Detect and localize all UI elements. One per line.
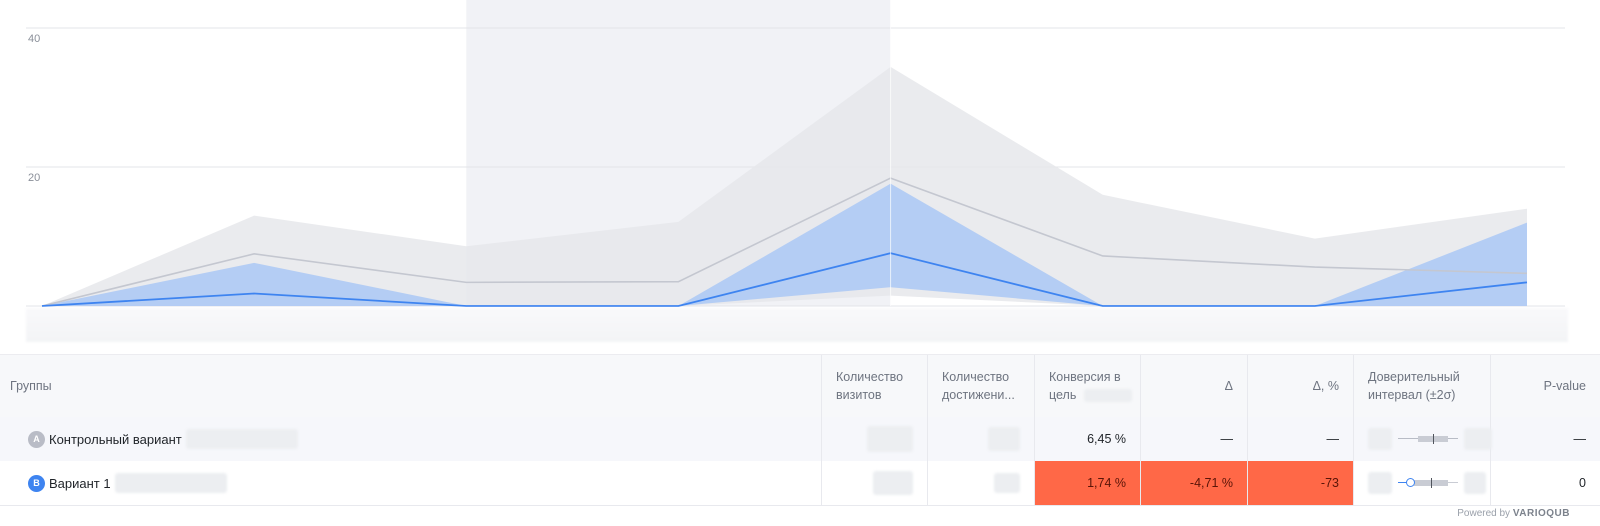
visits-redacted bbox=[867, 426, 913, 452]
header-pvalue-label: P-value bbox=[1543, 379, 1586, 393]
variant-name: Вариант 1 bbox=[49, 475, 111, 491]
header-conversion[interactable]: Конверсия в цель bbox=[1035, 355, 1141, 417]
ci-low-redacted bbox=[1368, 428, 1392, 450]
experiment-report: 40 20 Группы Количество визитов Количеств… bbox=[0, 0, 1600, 526]
conversion-cell: 6,45 % bbox=[1035, 417, 1141, 461]
group-cell: A Контрольный вариант bbox=[0, 417, 822, 461]
header-delta[interactable]: Δ bbox=[1141, 355, 1248, 417]
powered-prefix: Powered by bbox=[1457, 508, 1511, 519]
delta-value: — bbox=[1220, 432, 1234, 446]
header-conversion-line1: Конверсия в bbox=[1049, 370, 1121, 384]
header-visits-line1: Количество bbox=[836, 370, 904, 384]
header-confidence-interval[interactable]: Доверительный интервал (±2σ) bbox=[1354, 355, 1491, 417]
variant-badge: B bbox=[28, 474, 45, 492]
ci-high-redacted bbox=[1464, 472, 1486, 494]
variant-id-redacted bbox=[185, 429, 298, 449]
variant-name: Контрольный вариант bbox=[49, 431, 182, 447]
delta-value: -4,71 % bbox=[1189, 476, 1233, 490]
conversion-value: 1,74 % bbox=[1087, 476, 1126, 490]
header-visits-line2: визитов bbox=[836, 388, 882, 402]
achievements-cell bbox=[928, 461, 1035, 505]
conversion-value: 6,45 % bbox=[1087, 432, 1126, 446]
pvalue-value: 0 bbox=[1579, 476, 1586, 490]
table-row: B Вариант 1 1,74 % -4,71 % -73 0 bbox=[0, 461, 1600, 506]
delta-percent-value: — bbox=[1326, 432, 1340, 446]
ci-cell bbox=[1354, 417, 1492, 461]
header-delta-percent[interactable]: Δ, % bbox=[1248, 355, 1354, 417]
table-row: A Контрольный вариант 6,45 % — — — bbox=[0, 417, 1600, 462]
group-cell: B Вариант 1 bbox=[0, 461, 822, 505]
variant-id-redacted bbox=[114, 473, 227, 493]
delta-cell: — bbox=[1141, 417, 1248, 461]
chart-svg: 40 20 bbox=[26, 0, 1565, 307]
header-groups-label: Группы bbox=[10, 379, 52, 393]
header-achievements-line2: достижени... bbox=[942, 388, 1015, 402]
achievements-redacted bbox=[994, 473, 1020, 493]
visits-cell bbox=[822, 417, 928, 461]
header-ci-line1: Доверительный bbox=[1368, 370, 1460, 384]
achievements-cell bbox=[928, 417, 1035, 461]
delta-percent-value: -73 bbox=[1320, 476, 1339, 490]
goal-name-redacted bbox=[1083, 389, 1132, 403]
y-tick-label: 20 bbox=[28, 172, 40, 184]
powered-by: Powered by VARIOQUB bbox=[1457, 508, 1570, 519]
ci-cell bbox=[1354, 461, 1491, 505]
header-pvalue[interactable]: P-value bbox=[1491, 355, 1600, 417]
delta-cell: -4,71 % bbox=[1141, 461, 1248, 505]
pvalue-cell: — bbox=[1491, 417, 1600, 461]
results-table: Группы Количество визитов Количество дос… bbox=[0, 354, 1600, 506]
delta-percent-cell: — bbox=[1248, 417, 1354, 461]
achievements-redacted bbox=[988, 427, 1020, 451]
pvalue-value: — bbox=[1573, 432, 1587, 446]
table-header-row: Группы Количество визитов Количество дос… bbox=[0, 355, 1600, 418]
header-achievements[interactable]: Количество достижени... bbox=[928, 355, 1035, 417]
visits-redacted bbox=[873, 471, 913, 495]
confidence-interval-graphic bbox=[1368, 428, 1492, 450]
pvalue-cell: 0 bbox=[1491, 461, 1600, 505]
confidence-interval-graphic bbox=[1368, 472, 1486, 494]
x-axis-labels-redacted bbox=[26, 308, 1568, 342]
header-groups[interactable]: Группы bbox=[0, 355, 822, 417]
y-tick-label: 40 bbox=[28, 33, 40, 45]
header-delta-percent-label: Δ, % bbox=[1312, 379, 1339, 393]
header-achievements-line1: Количество bbox=[942, 370, 1010, 384]
header-ci-line2: интервал (±2σ) bbox=[1368, 388, 1456, 402]
ci-high-redacted bbox=[1464, 428, 1492, 450]
conversion-cell: 1,74 % bbox=[1035, 461, 1141, 505]
delta-percent-cell: -73 bbox=[1248, 461, 1354, 505]
brand-logo: VARIOQUB bbox=[1512, 508, 1570, 519]
header-visits[interactable]: Количество визитов bbox=[822, 355, 928, 417]
visits-cell bbox=[822, 461, 928, 505]
header-conversion-line2: цель bbox=[1049, 388, 1077, 402]
conversion-chart: 40 20 bbox=[0, 0, 1600, 345]
header-delta-label: Δ bbox=[1224, 379, 1233, 393]
variant-badge: A bbox=[28, 430, 45, 448]
ci-low-redacted bbox=[1368, 472, 1392, 494]
